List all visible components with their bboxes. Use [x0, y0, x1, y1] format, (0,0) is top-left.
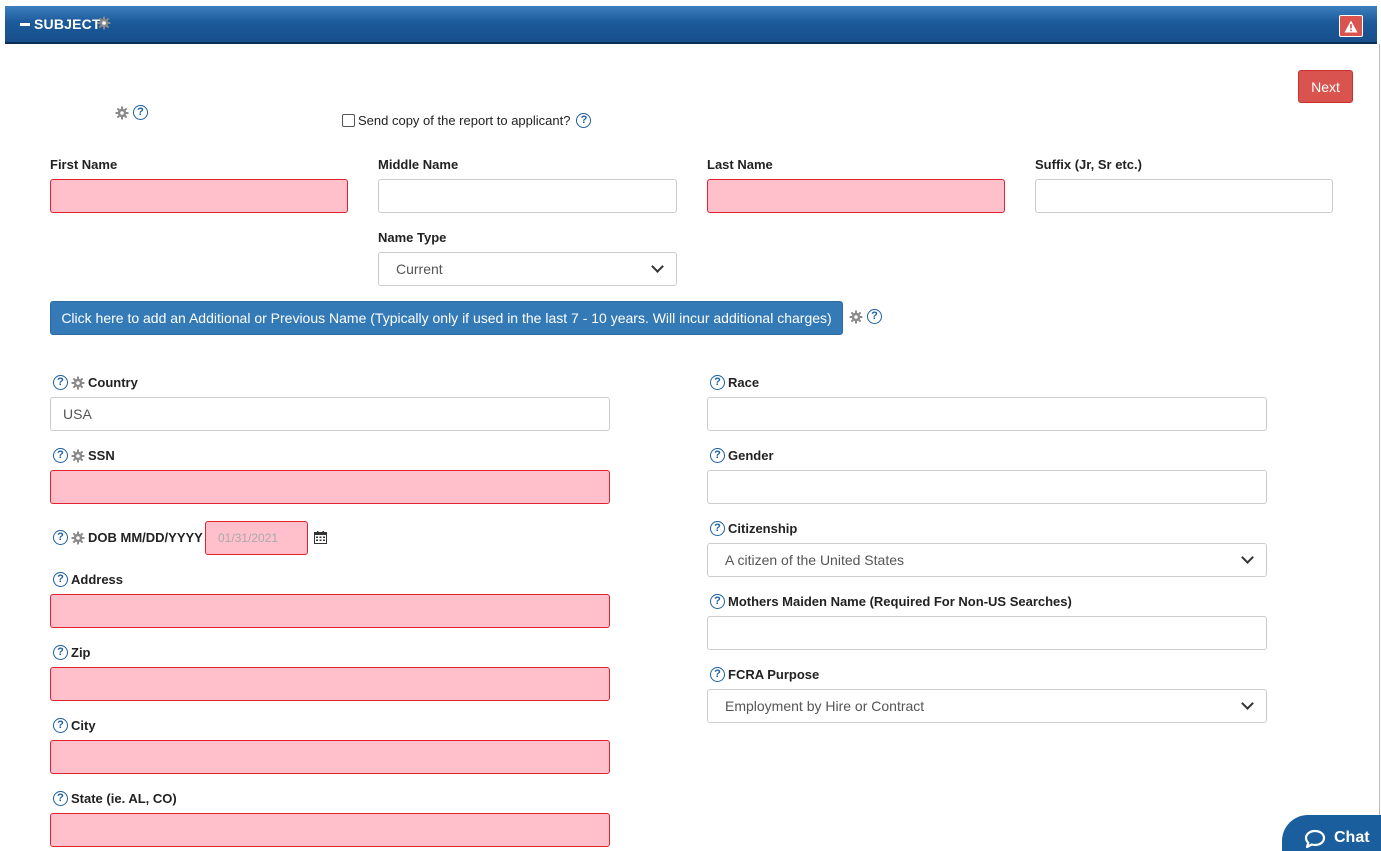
- address-label-row: ? Address: [53, 572, 123, 587]
- help-icon[interactable]: ?: [53, 572, 68, 587]
- citizenship-label-row: ? Citizenship: [710, 521, 797, 536]
- zip-label: Zip: [71, 645, 91, 660]
- help-icon[interactable]: ?: [710, 448, 725, 463]
- gear-icon[interactable]: [71, 531, 85, 545]
- help-icon[interactable]: ?: [710, 667, 725, 682]
- send-copy-label: Send copy of the report to applicant?: [358, 113, 571, 128]
- dob-label-row: ? DOB MM/DD/YYYY: [53, 530, 203, 545]
- ssn-label: SSN: [88, 448, 115, 463]
- race-label: Race: [728, 375, 760, 390]
- send-copy-row: Send copy of the report to applicant? ?: [342, 113, 592, 128]
- help-icon[interactable]: ?: [710, 521, 725, 536]
- race-input[interactable]: [707, 397, 1267, 431]
- collapse-icon[interactable]: [20, 23, 30, 26]
- warning-icon[interactable]: [1339, 15, 1363, 37]
- gender-input[interactable]: [707, 470, 1267, 504]
- gear-icon[interactable]: [97, 16, 111, 30]
- last-name-input[interactable]: [707, 179, 1005, 213]
- subject-panel-header[interactable]: SUBJECT: [5, 6, 1377, 44]
- panel-title: SUBJECT: [34, 16, 101, 32]
- middle-name-label: Middle Name: [378, 157, 459, 172]
- citizenship-label: Citizenship: [728, 521, 798, 536]
- help-icon[interactable]: ?: [53, 645, 68, 660]
- add-name-tools: ?: [849, 309, 882, 324]
- ssn-label-row: ? SSN: [53, 448, 115, 463]
- gear-icon[interactable]: [71, 376, 85, 390]
- address-label: Address: [71, 572, 124, 587]
- add-additional-name-button[interactable]: Click here to add an Additional or Previ…: [50, 301, 843, 335]
- suffix-label: Suffix (Jr, Sr etc.): [1035, 157, 1142, 172]
- chevron-down-icon: [1241, 551, 1254, 564]
- country-label: Country: [88, 375, 138, 390]
- help-icon[interactable]: ?: [576, 113, 592, 128]
- gender-label: Gender: [728, 448, 774, 463]
- calendar-icon[interactable]: [314, 531, 327, 544]
- next-button[interactable]: Next: [1298, 70, 1353, 103]
- address-input[interactable]: [50, 594, 610, 628]
- chat-bubble-icon: [1304, 829, 1326, 849]
- country-input[interactable]: USA: [50, 397, 610, 431]
- name-type-select[interactable]: Current: [378, 252, 677, 286]
- city-input[interactable]: [50, 740, 610, 774]
- citizenship-select[interactable]: A citizen of the United States: [707, 543, 1267, 577]
- first-name-input[interactable]: [50, 179, 348, 213]
- fcra-purpose-select[interactable]: Employment by Hire or Contract: [707, 689, 1267, 723]
- fcra-purpose-value: Employment by Hire or Contract: [725, 698, 925, 714]
- dob-input[interactable]: 01/31/2021: [205, 521, 308, 555]
- chevron-down-icon: [651, 260, 664, 273]
- maiden-name-input[interactable]: [707, 616, 1267, 650]
- help-icon[interactable]: ?: [133, 105, 148, 120]
- help-icon[interactable]: ?: [53, 718, 68, 733]
- state-label-row: ? State (ie. AL, CO): [53, 791, 177, 806]
- first-name-label: First Name: [50, 157, 118, 172]
- race-label-row: ? Race: [710, 375, 759, 390]
- help-icon[interactable]: ?: [710, 594, 725, 609]
- state-label: State (ie. AL, CO): [71, 791, 177, 806]
- fcra-purpose-label: FCRA Purpose: [728, 667, 820, 682]
- dob-placeholder: 01/31/2021: [218, 531, 279, 545]
- suffix-input[interactable]: [1035, 179, 1333, 213]
- chevron-down-icon: [1241, 697, 1254, 710]
- scrollbar-track: [1379, 44, 1380, 851]
- maiden-label-row: ? Mothers Maiden Name (Required For Non-…: [710, 594, 1072, 609]
- help-icon[interactable]: ?: [53, 791, 68, 806]
- citizenship-value: A citizen of the United States: [725, 552, 904, 568]
- city-label-row: ? City: [53, 718, 96, 733]
- chat-label: Chat: [1334, 829, 1370, 846]
- help-icon[interactable]: ?: [53, 375, 68, 390]
- help-icon[interactable]: ?: [53, 530, 68, 545]
- zip-label-row: ? Zip: [53, 645, 91, 660]
- top-settings: ?: [115, 105, 148, 120]
- gender-label-row: ? Gender: [710, 448, 774, 463]
- gear-icon[interactable]: [115, 106, 129, 120]
- country-value: USA: [63, 406, 92, 422]
- maiden-name-label: Mothers Maiden Name (Required For Non-US…: [728, 594, 1072, 609]
- send-copy-checkbox[interactable]: [342, 114, 355, 127]
- zip-input[interactable]: [50, 667, 610, 701]
- ssn-input[interactable]: [50, 470, 610, 504]
- name-type-value: Current: [396, 261, 443, 277]
- gear-icon[interactable]: [71, 449, 85, 463]
- state-input[interactable]: [50, 813, 610, 847]
- chat-button[interactable]: Chat: [1282, 815, 1381, 851]
- middle-name-input[interactable]: [378, 179, 677, 213]
- dob-label: DOB MM/DD/YYYY: [88, 530, 203, 545]
- last-name-label: Last Name: [707, 157, 773, 172]
- help-icon[interactable]: ?: [710, 375, 725, 390]
- help-icon[interactable]: ?: [867, 309, 882, 324]
- country-label-row: ? Country: [53, 375, 138, 390]
- name-type-label: Name Type: [378, 230, 447, 245]
- gear-icon[interactable]: [849, 310, 863, 324]
- fcra-label-row: ? FCRA Purpose: [710, 667, 819, 682]
- city-label: City: [71, 718, 96, 733]
- help-icon[interactable]: ?: [53, 448, 68, 463]
